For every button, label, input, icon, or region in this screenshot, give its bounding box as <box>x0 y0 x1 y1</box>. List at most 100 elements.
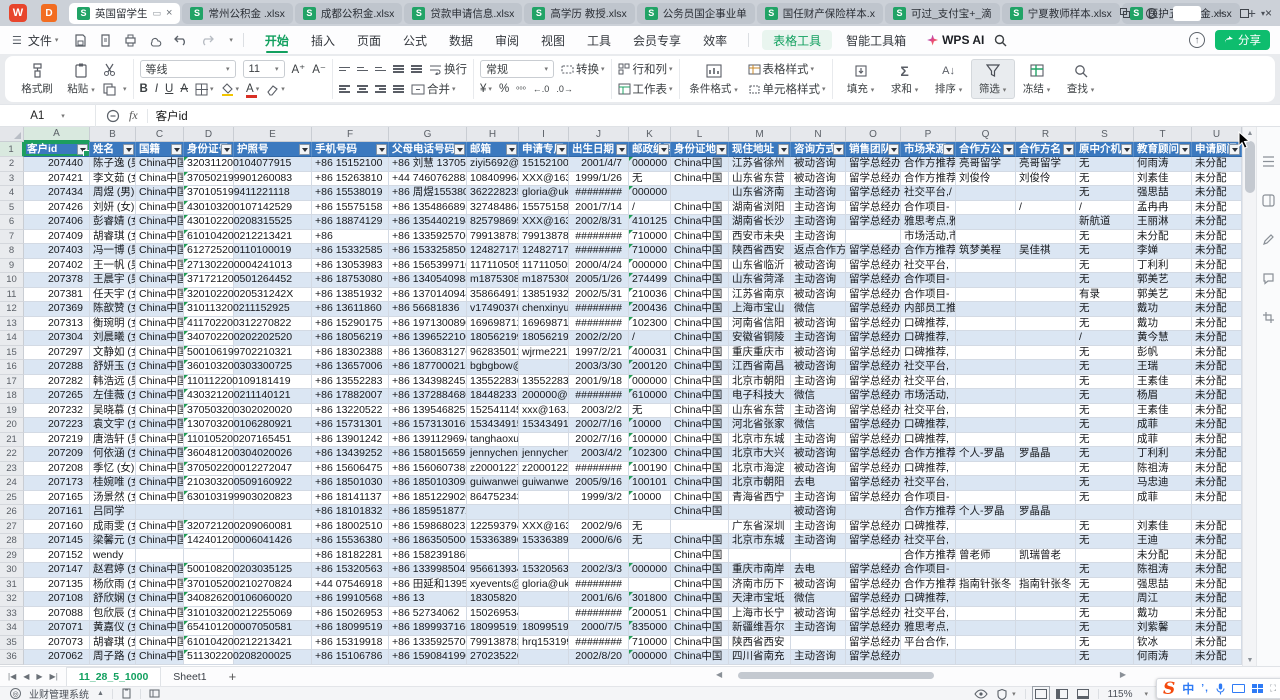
row-header-31[interactable]: 31 <box>0 578 24 593</box>
cell[interactable]: 合作方推荐 <box>901 172 956 187</box>
column-header-I[interactable]: I <box>519 127 569 142</box>
cell[interactable]: +86 1340540988 <box>389 273 467 288</box>
cell[interactable] <box>956 346 1016 361</box>
cell[interactable]: 留学总经办 <box>846 346 901 361</box>
freeze-button[interactable]: 冻结 ▾ <box>1015 59 1059 99</box>
cell[interactable]: +86 1354866895 <box>389 201 467 216</box>
cell[interactable]: 360481200304020026 <box>184 447 234 462</box>
cell[interactable]: XXX@163. <box>519 520 569 535</box>
borders-button[interactable]: ▾ <box>195 83 214 96</box>
cell[interactable]: +86 1560607386 <box>389 462 467 477</box>
cell[interactable]: 124827175 <box>519 244 569 259</box>
cell[interactable]: 000000 <box>629 650 671 665</box>
cell[interactable]: 153434915 <box>467 418 519 433</box>
cell[interactable]: 重庆重庆市 <box>729 346 791 361</box>
cell[interactable]: China中国 <box>671 375 729 390</box>
cell[interactable]: 未分配 <box>1192 520 1242 535</box>
cell[interactable]: 2003/3/30 <box>569 360 629 375</box>
cell[interactable]: 被动咨询 <box>791 462 846 477</box>
cell[interactable]: 何雨涛 <box>1134 157 1192 172</box>
cell[interactable]: +86 1391129694 <box>389 433 467 448</box>
column-header-O[interactable]: O <box>846 127 901 142</box>
cell[interactable]: +86 13439252 <box>312 447 389 462</box>
zoom-chevron-icon[interactable]: ▾ <box>1144 690 1148 698</box>
cell[interactable]: 口碑推荐, <box>901 433 956 448</box>
cell[interactable]: 10000 <box>629 418 671 433</box>
cell[interactable] <box>956 563 1016 578</box>
row-header-25[interactable]: 25 <box>0 491 24 506</box>
cell[interactable] <box>1016 317 1076 332</box>
cell[interactable] <box>569 505 629 520</box>
cell[interactable]: 郭美艺 <box>1134 273 1192 288</box>
cell[interactable] <box>1016 331 1076 346</box>
column-header-F[interactable]: F <box>312 127 389 142</box>
cell[interactable]: 口碑推荐, <box>901 520 956 535</box>
cell[interactable]: 207369 <box>24 302 90 317</box>
cell[interactable]: China中国 <box>671 621 729 636</box>
cell[interactable]: 口碑推荐, <box>901 346 956 361</box>
cell[interactable]: 271302200004241013 <box>184 259 234 274</box>
cell[interactable]: 无 <box>1076 317 1134 332</box>
cell[interactable]: +86 1360831276 <box>389 346 467 361</box>
cell[interactable]: 被动咨询 <box>791 447 846 462</box>
cell[interactable]: 留学总经办 <box>846 636 901 651</box>
increase-decimal-button[interactable]: ←.0 <box>533 84 550 94</box>
microphone-icon[interactable] <box>1216 683 1225 695</box>
eye-icon[interactable] <box>974 689 988 699</box>
ime-chinese-mode-icon[interactable]: 中 <box>1182 680 1194 697</box>
globe-icon[interactable] <box>1146 8 1157 19</box>
cell[interactable] <box>1016 346 1076 361</box>
cell[interactable]: 430102200208315525 <box>184 215 234 230</box>
cell[interactable]: 成菲 <box>1134 491 1192 506</box>
cell[interactable]: 山东省济南 <box>729 186 791 201</box>
screen-share-icon[interactable]: ▭ <box>153 8 162 19</box>
cell[interactable]: 654101200007050581 <box>184 621 234 636</box>
ime-expand-icon[interactable]: ⛶ <box>1270 683 1276 694</box>
cell[interactable]: 季忆 (女) <box>90 462 136 477</box>
cell[interactable] <box>1016 215 1076 230</box>
cell[interactable]: 被动咨询 <box>791 172 846 187</box>
cell[interactable]: 现住地址 <box>729 142 791 157</box>
cell[interactable]: +86 1354402198 <box>389 215 467 230</box>
cell[interactable]: 无 <box>1076 607 1134 622</box>
status-collapse-icon[interactable]: ▲ <box>97 690 104 697</box>
cell[interactable]: +86 1335925706 <box>389 230 467 245</box>
cell[interactable]: +86 1395468251 <box>389 404 467 419</box>
cell[interactable]: China中国 <box>136 404 184 419</box>
copy-button[interactable]: ▾ <box>103 81 127 97</box>
status-clipboard-icon[interactable] <box>121 688 132 699</box>
cell[interactable]: 无 <box>1076 636 1134 651</box>
cell[interactable]: 留学总经办 <box>846 375 901 390</box>
cell[interactable]: 270235226 <box>467 650 519 665</box>
cell[interactable]: 2005/1/26 <box>569 273 629 288</box>
cell[interactable]: 主动咨询 <box>791 650 846 665</box>
cell[interactable]: 153434915 <box>519 418 569 433</box>
cell[interactable]: 207402 <box>24 259 90 274</box>
cell[interactable]: 无 <box>1076 418 1134 433</box>
cell[interactable]: 无 <box>629 534 671 549</box>
cell[interactable]: 207108 <box>24 592 90 607</box>
cell[interactable]: +86 15319918 <box>312 636 389 651</box>
column-header-H[interactable]: H <box>467 127 519 142</box>
cell[interactable]: 956613934 <box>467 563 519 578</box>
cell[interactable]: z20001227 <box>467 462 519 477</box>
cell[interactable] <box>629 505 671 520</box>
cell[interactable]: 207304 <box>24 331 90 346</box>
font-name-select[interactable]: 等线▾ <box>140 60 236 78</box>
row-header-20[interactable]: 20 <box>0 418 24 433</box>
cell[interactable]: 未分配 <box>1192 317 1242 332</box>
column-header-E[interactable]: E <box>234 127 312 142</box>
row-header-13[interactable]: 13 <box>0 317 24 332</box>
cell[interactable]: 留学总经办 <box>846 462 901 477</box>
status-layout-icon[interactable] <box>149 688 160 699</box>
cell[interactable]: China中国 <box>671 418 729 433</box>
cell[interactable]: 吴佳祺 <box>1016 244 1076 259</box>
document-tab[interactable]: S贷款申请信息.xlsx <box>404 3 522 24</box>
filter-dropdown-button[interactable] <box>833 144 844 155</box>
cell[interactable]: 2002/8/20 <box>569 650 629 665</box>
cell[interactable]: 留学总经办 <box>846 621 901 636</box>
document-tab[interactable]: S成都公积金.xlsx <box>295 3 403 24</box>
row-header-17[interactable]: 17 <box>0 375 24 390</box>
cell[interactable]: 四川省南充 <box>729 650 791 665</box>
cell[interactable]: ######## <box>569 578 629 593</box>
